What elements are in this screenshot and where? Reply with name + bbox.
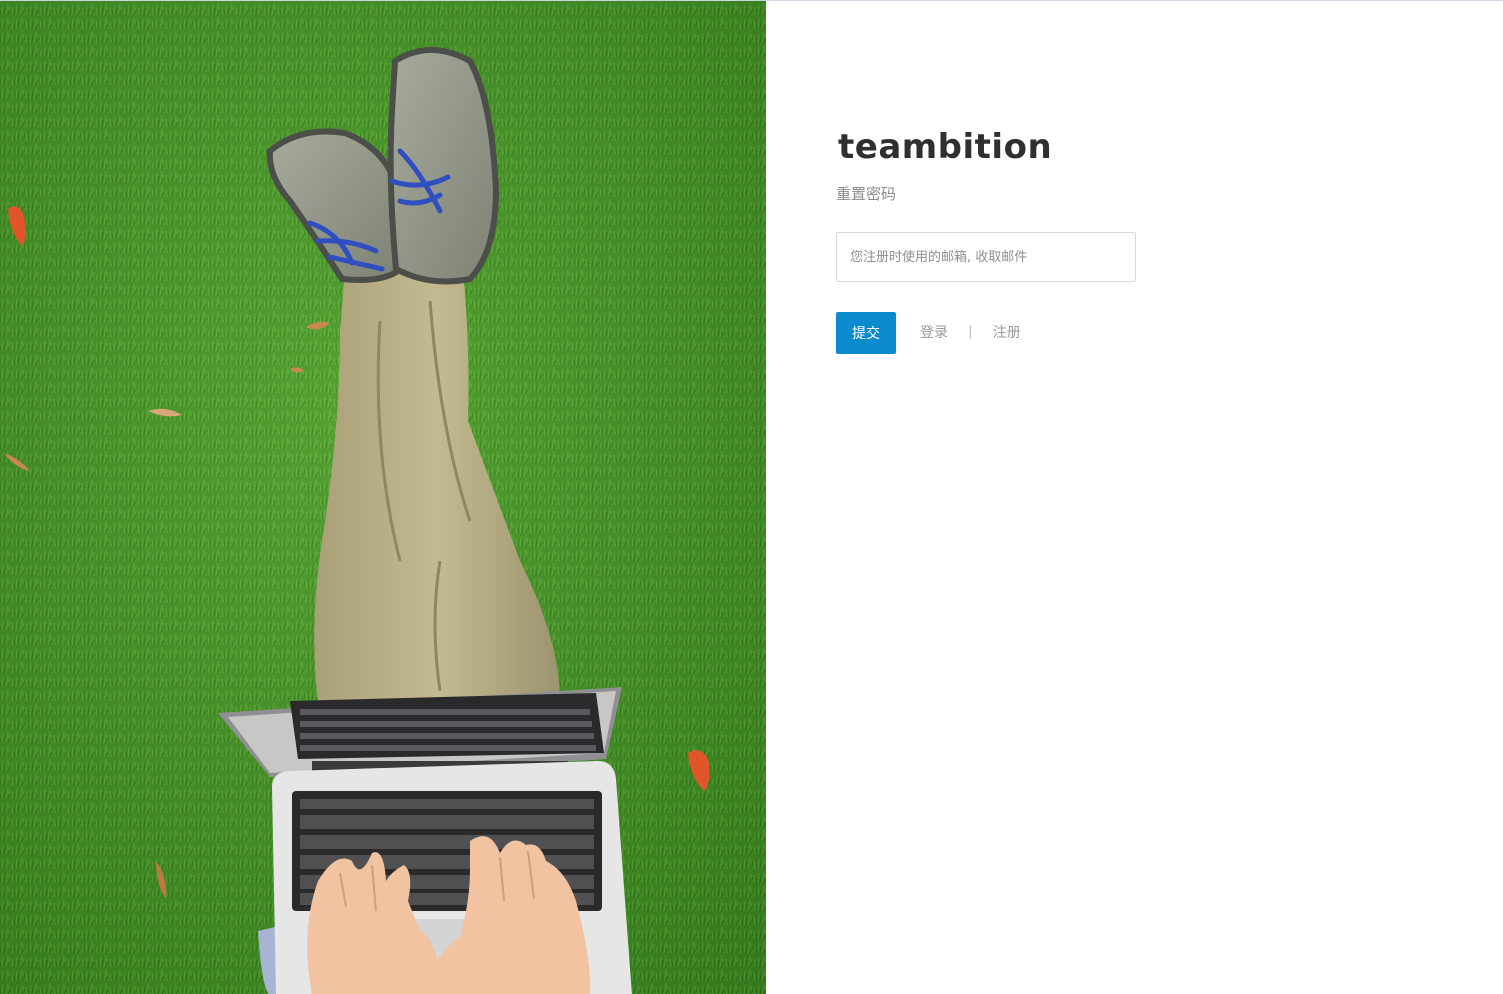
link-divider: | bbox=[968, 324, 973, 340]
hero-photo bbox=[0, 1, 766, 994]
reset-password-page: teambition 重置密码 提交 登录 | 注册 bbox=[0, 0, 1503, 994]
reset-password-form-panel: teambition 重置密码 提交 登录 | 注册 bbox=[766, 1, 1503, 994]
login-link[interactable]: 登录 bbox=[920, 322, 948, 342]
brand-logo: teambition bbox=[838, 127, 1053, 167]
submit-button[interactable]: 提交 bbox=[836, 312, 896, 354]
email-input[interactable] bbox=[836, 232, 1136, 282]
grass-laptop-illustration bbox=[0, 1, 766, 994]
auth-links: 登录 | 注册 bbox=[920, 321, 1021, 343]
register-link[interactable]: 注册 bbox=[993, 322, 1021, 342]
form-subtitle: 重置密码 bbox=[836, 185, 897, 203]
